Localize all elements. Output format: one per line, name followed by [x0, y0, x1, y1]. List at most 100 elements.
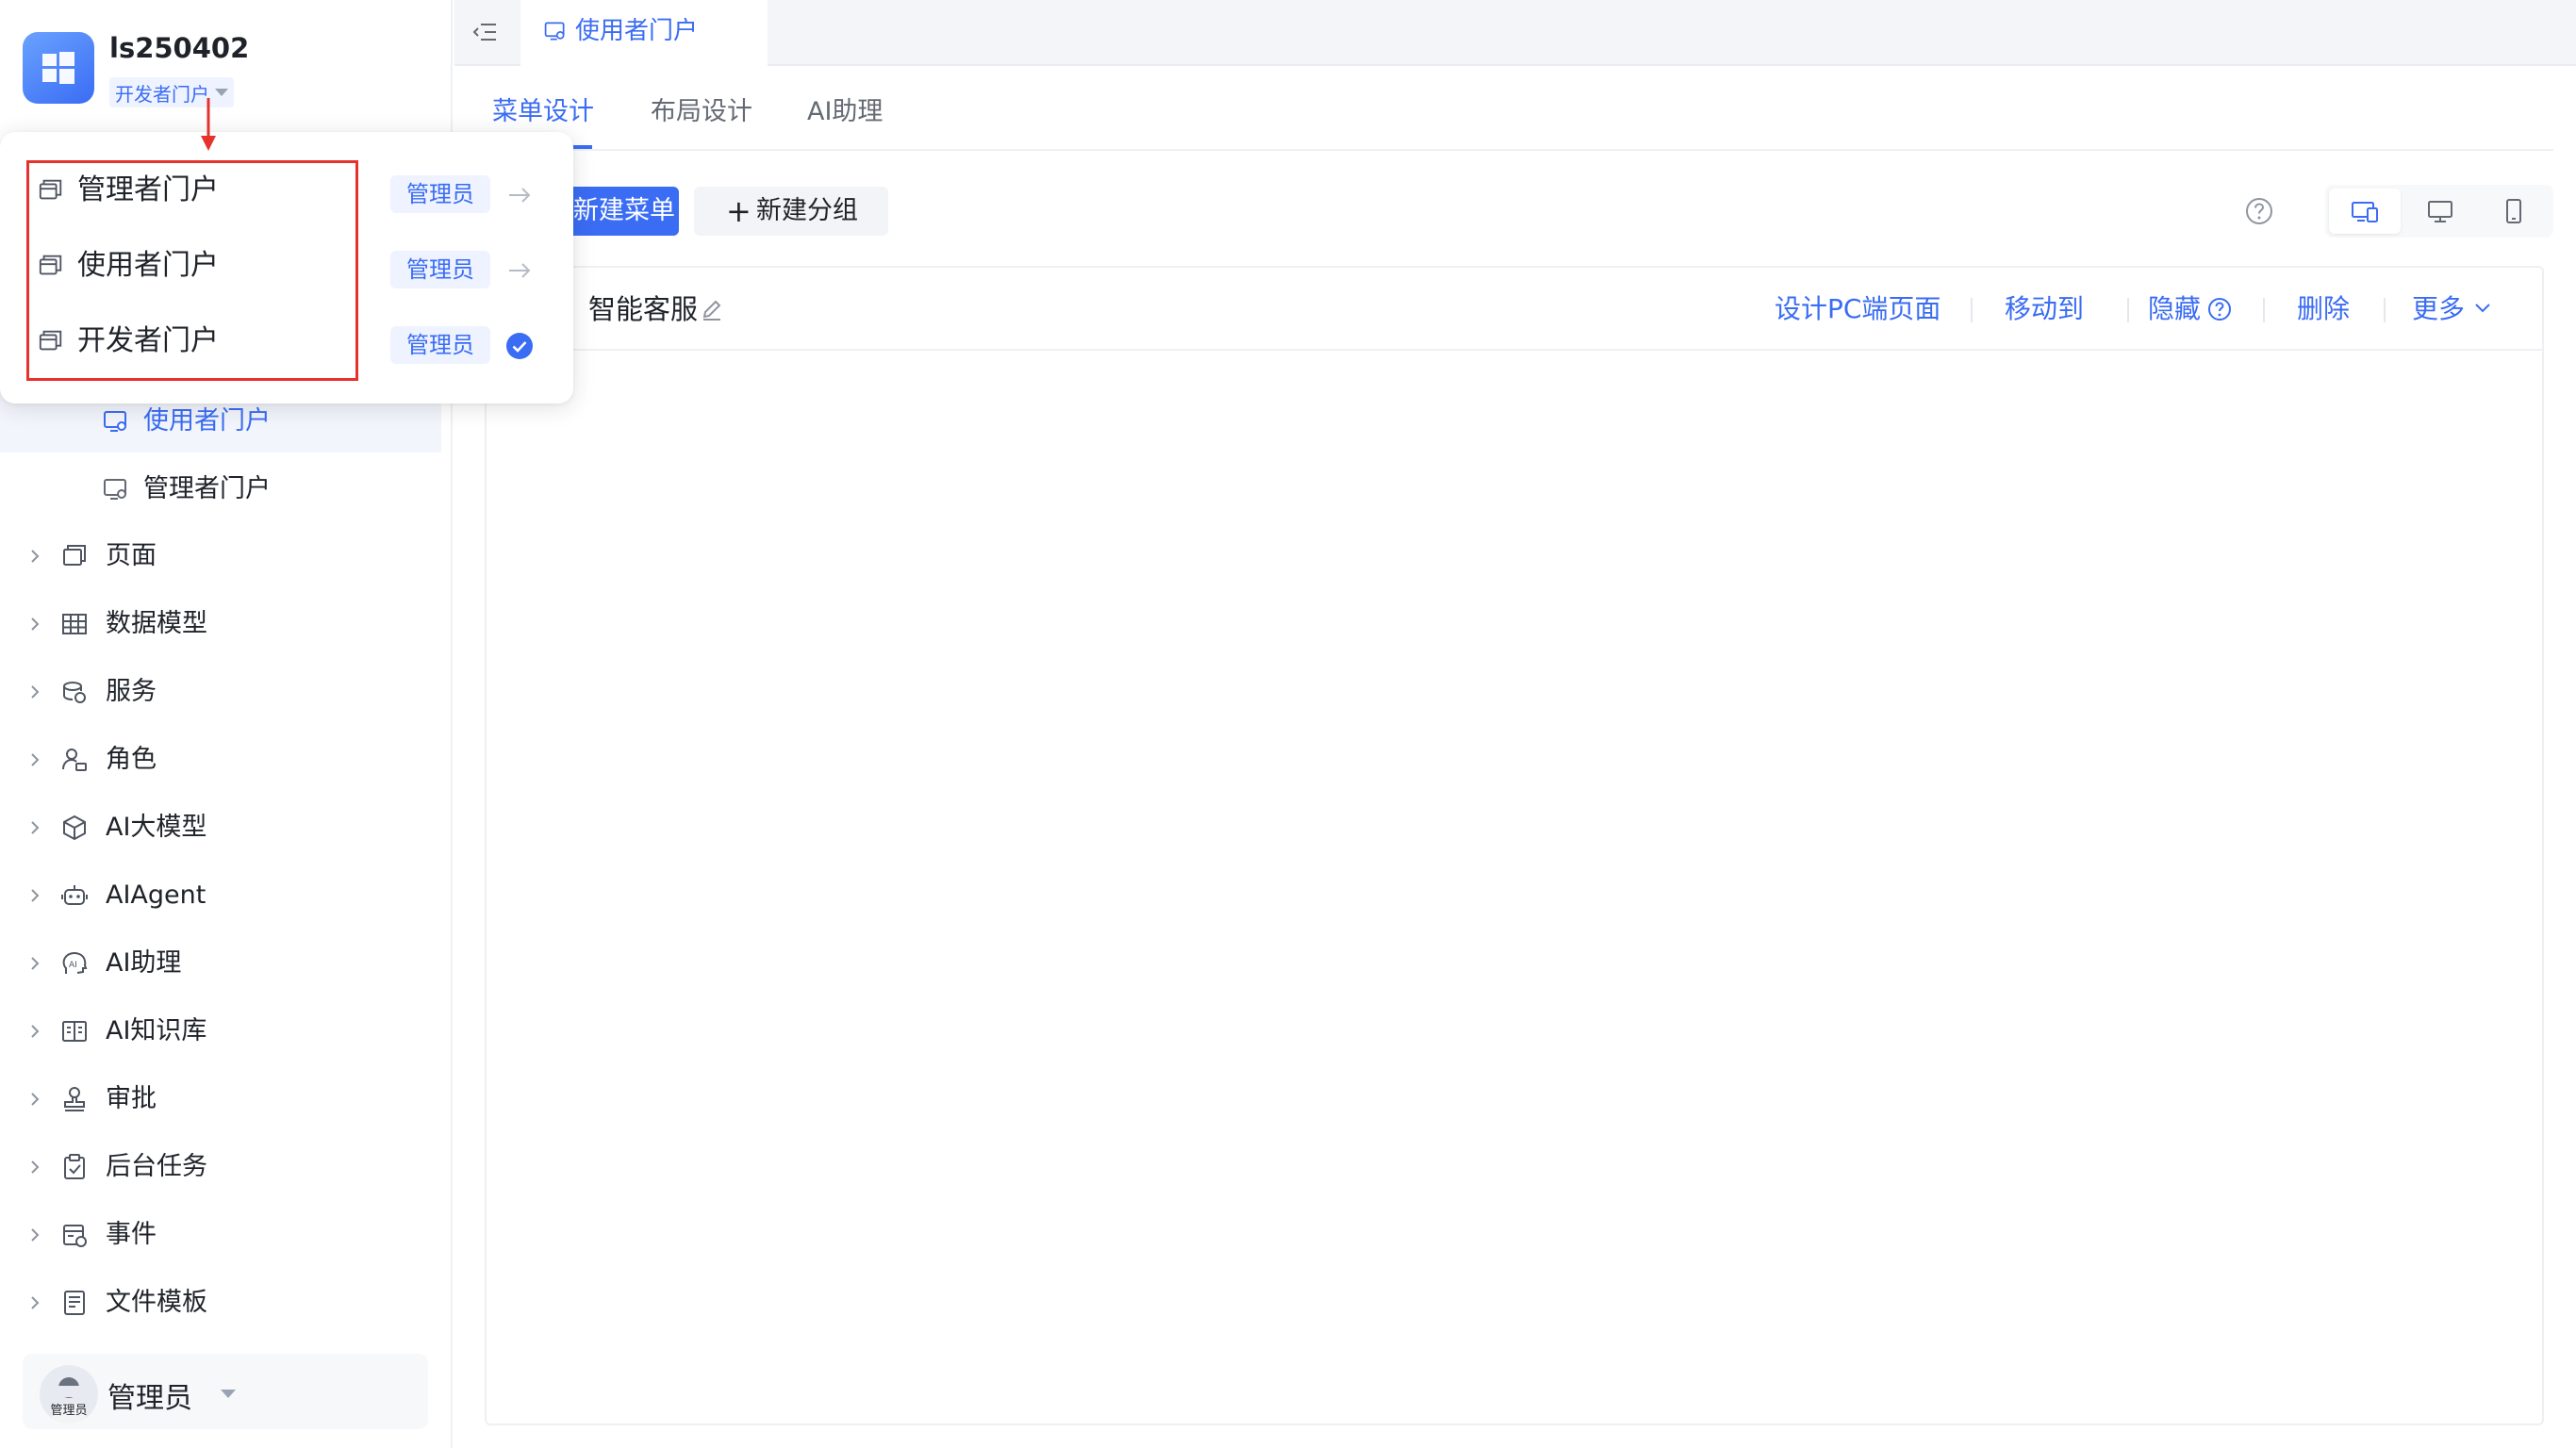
red-arrow-icon — [201, 98, 216, 151]
user-name: 管理员 — [107, 1382, 192, 1415]
action-divider — [1971, 298, 1973, 322]
database-icon — [63, 682, 86, 703]
sidebar-item-label: AI大模型 — [106, 813, 207, 842]
sidebar-item-aiagent[interactable]: AIAgent — [0, 867, 441, 924]
chevron-right-icon — [31, 685, 40, 699]
chevron-down-icon — [2475, 304, 2490, 313]
chevron-right-icon — [31, 957, 40, 970]
role-badge: 管理员 — [390, 251, 490, 288]
sidebar-item-pages[interactable]: 页面 — [0, 528, 441, 584]
check-circle-icon — [506, 333, 533, 359]
sidebar-item-approval[interactable]: 审批 — [0, 1071, 441, 1127]
cube-icon — [63, 814, 86, 841]
sidebar-item-label: AI助理 — [106, 948, 182, 978]
caret-down-icon — [221, 1390, 236, 1398]
chevron-right-icon — [31, 821, 40, 834]
caret-down-icon — [215, 89, 228, 96]
move-to-link[interactable]: 移动到 — [2005, 290, 2084, 328]
chevron-right-icon — [31, 1228, 40, 1242]
device-switcher — [2325, 185, 2553, 238]
chevron-right-icon — [31, 1093, 40, 1106]
chevron-right-icon — [31, 1296, 40, 1309]
desktop-icon — [2428, 201, 2452, 222]
user-menu[interactable]: 管理员 管理员 — [23, 1354, 428, 1429]
sidebar-item-label: 管理者门户 — [143, 474, 271, 503]
robot-icon — [61, 885, 88, 905]
delete-link[interactable]: 删除 — [2297, 290, 2350, 328]
clipboard-icon — [64, 1154, 85, 1179]
arrow-right-icon[interactable] — [505, 256, 534, 285]
edit-icon[interactable] — [700, 298, 724, 322]
sidebar-item-label: 文件模板 — [106, 1288, 207, 1317]
sidebar-item-ai-model[interactable]: AI大模型 — [0, 799, 441, 856]
sidebar-item-label: AIAgent — [106, 880, 206, 910]
sidebar-item-service[interactable]: 服务 — [0, 664, 441, 720]
portal-icon — [104, 411, 126, 432]
sidebar-item-background-tasks[interactable]: 后台任务 — [0, 1139, 441, 1195]
help-icon[interactable] — [2206, 296, 2233, 322]
chevron-right-icon — [31, 889, 40, 902]
new-group-button[interactable]: + 新建分组 — [694, 187, 888, 236]
sidebar-item-file-templates[interactable]: 文件模板 — [0, 1275, 441, 1331]
sidebar-item-label: AI知识库 — [106, 1016, 207, 1045]
avatar: 管理员 — [40, 1365, 98, 1423]
hide-link[interactable]: 隐藏 — [2148, 290, 2201, 328]
arrow-right-icon[interactable] — [505, 181, 534, 209]
open-tab-label: 使用者门户 — [575, 17, 699, 45]
page-icon — [63, 545, 86, 566]
menu-item-title: 智能客服 — [588, 293, 699, 325]
chevron-right-icon — [31, 1025, 40, 1038]
role-icon — [62, 749, 87, 771]
role-badge: 管理员 — [390, 326, 490, 364]
event-icon — [63, 1225, 87, 1247]
open-tab-user-portal[interactable]: 使用者门户 — [520, 0, 768, 66]
action-divider — [2127, 298, 2129, 322]
sidebar-item-ai-assistant[interactable]: AI AI助理 — [0, 935, 441, 992]
design-pc-page-link[interactable]: 设计PC端页面 — [1775, 290, 1940, 328]
device-pc-button[interactable] — [2404, 189, 2476, 234]
app-name: ls250402 — [109, 32, 250, 64]
tab-ai-assistant[interactable]: AI助理 — [807, 94, 883, 130]
sidebar-item-label: 事件 — [106, 1220, 157, 1249]
book-icon — [62, 1021, 87, 1042]
avatar-tag: 管理员 — [50, 1404, 88, 1418]
sidebar-item-label: 服务 — [106, 677, 157, 706]
sidebar-item-role[interactable]: 角色 — [0, 732, 441, 788]
action-divider — [2263, 298, 2265, 322]
new-menu-button-label: 新建菜单 — [573, 196, 675, 225]
sidebar-item-events[interactable]: 事件 — [0, 1207, 441, 1263]
highlight-box — [26, 160, 358, 381]
collapse-sidebar-icon[interactable] — [470, 17, 500, 47]
top-tab-bar: 使用者门户 — [454, 0, 2576, 66]
file-template-icon — [64, 1291, 85, 1315]
design-tabs: 菜单设计 布局设计 AI助理 — [454, 85, 2553, 151]
sidebar-item-label: 页面 — [106, 541, 157, 570]
table-icon — [62, 614, 87, 634]
stamp-icon — [64, 1087, 85, 1111]
portal-switcher-label: 开发者门户 — [115, 82, 209, 106]
device-pc-mobile-button[interactable] — [2329, 189, 2401, 234]
tab-menu-design[interactable]: 菜单设计 — [492, 94, 594, 130]
sidebar-item-label: 数据模型 — [106, 609, 207, 638]
menu-content-card: 智能客服 设计PC端页面 移动到 隐藏 删除 更多 — [485, 266, 2544, 1425]
plus-icon: + — [726, 193, 751, 229]
tab-layout-design[interactable]: 布局设计 — [651, 94, 752, 130]
sidebar-item-ai-knowledge[interactable]: AI知识库 — [0, 1003, 441, 1060]
chevron-right-icon — [31, 1160, 40, 1174]
sidebar-item-label: 后台任务 — [106, 1152, 207, 1181]
sidebar-item-admin-portal[interactable]: 管理者门户 — [0, 458, 441, 520]
portal-icon — [544, 22, 565, 41]
sidebar-item-label: 角色 — [106, 745, 157, 774]
sidebar-item-data-model[interactable]: 数据模型 — [0, 596, 441, 652]
chevron-right-icon — [31, 550, 40, 563]
new-group-button-label: 新建分组 — [756, 196, 858, 225]
chevron-right-icon — [31, 753, 40, 766]
more-dropdown[interactable]: 更多 — [2412, 290, 2465, 328]
pc-and-mobile-icon — [2352, 202, 2378, 222]
svg-text:AI: AI — [69, 961, 77, 970]
help-icon[interactable] — [2244, 196, 2274, 226]
action-divider — [2384, 298, 2386, 322]
menu-item-header: 智能客服 设计PC端页面 移动到 隐藏 删除 更多 — [487, 268, 2542, 351]
sidebar-item-label: 使用者门户 — [143, 406, 271, 436]
device-mobile-button[interactable] — [2478, 189, 2550, 234]
